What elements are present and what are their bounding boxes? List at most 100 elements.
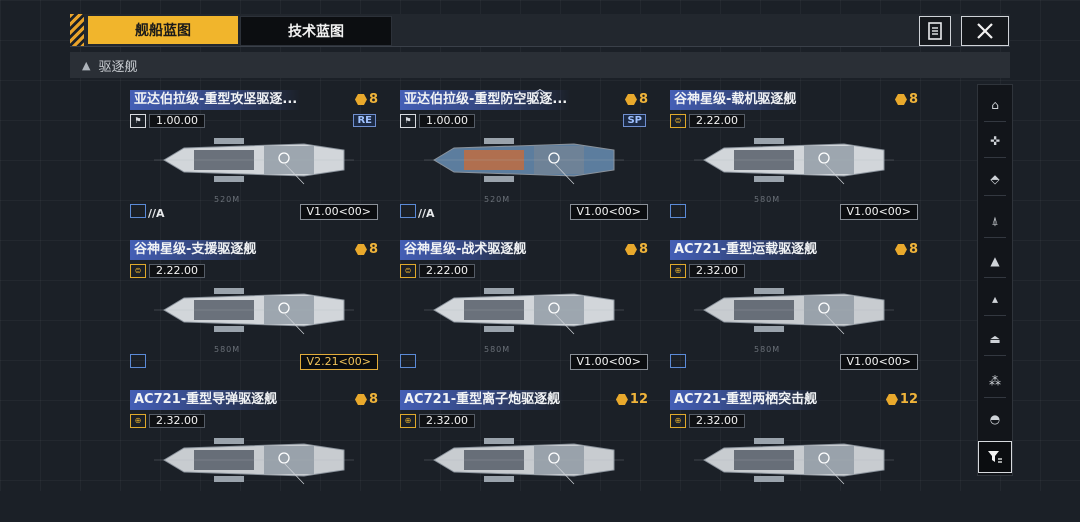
coin-icon <box>615 394 628 405</box>
coin-tech-icon: ⊜ <box>670 114 686 128</box>
blueprint-card[interactable]: AC721-重型运载驱逐舰 8 ⊕ 2.32.00 580M V1.00<00> <box>670 234 920 372</box>
ship-model-image <box>694 438 894 485</box>
card-tag: SP <box>623 114 646 127</box>
filter-panel: ⌂ ✜ ⬘ ⍋ ▲ ▴ ⏏ ⁂ ◓ <box>977 84 1013 476</box>
close-button[interactable] <box>961 16 1009 46</box>
card-title: 谷神星级-支援驱逐舰 <box>130 240 261 260</box>
filter-type-9-icon[interactable]: ◓ <box>978 407 1012 431</box>
filter-type-6-icon[interactable]: ▴ <box>978 287 1012 311</box>
cost-value: 8 <box>638 92 648 107</box>
cost-value: 8 <box>368 242 378 257</box>
cost-value: 8 <box>638 242 648 257</box>
card-title: 谷神星级-载机驱逐舰 <box>670 90 801 110</box>
ship-preview <box>154 428 354 492</box>
flag-icon: ⚑ <box>130 114 146 128</box>
divider <box>984 277 1006 278</box>
cost-value: 8 <box>368 392 378 407</box>
card-cost: 8 <box>354 92 378 107</box>
filter-type-5-icon[interactable]: ▲ <box>978 249 1012 273</box>
model-version: V1.00<00> <box>839 204 918 220</box>
coin-icon <box>354 394 367 405</box>
divider <box>984 157 1006 158</box>
document-button[interactable] <box>919 16 951 46</box>
card-version: ⊕ 2.32.00 <box>130 414 205 428</box>
blueprint-card[interactable]: AC721-重型两栖突击舰 12 ⊕ 2.32.00 <box>670 384 920 522</box>
triangle-icon: ▲ <box>82 58 91 72</box>
divider <box>984 195 1006 196</box>
dimension-label: 580M <box>484 345 511 354</box>
card-title: AC721-重型导弹驱逐舰 <box>130 390 282 410</box>
tab-ship-blueprint[interactable]: 舰船蓝图 <box>88 16 238 44</box>
category-header[interactable]: ▲ 驱逐舰 <box>70 52 1010 78</box>
category-label: 驱逐舰 <box>98 59 138 75</box>
blueprint-card[interactable]: 亚达伯拉级-重型攻坚驱逐... 8 ⚑ 1.00.00 RE 520M //A … <box>130 84 380 222</box>
version-number: 2.32.00 <box>689 264 745 278</box>
card-cost: 8 <box>894 92 918 107</box>
filter-type-2-icon[interactable]: ✜ <box>978 129 1012 153</box>
model-version: V1.00<00> <box>299 204 378 220</box>
model-version: V1.00<00> <box>569 204 648 220</box>
version-number: 2.22.00 <box>419 264 475 278</box>
grade-label: //A <box>148 207 165 220</box>
ship-preview <box>154 278 354 342</box>
divider <box>984 397 1006 398</box>
cost-value: 8 <box>908 92 918 107</box>
class-icon <box>670 204 686 218</box>
ship-preview <box>694 128 894 192</box>
dimension-label: 580M <box>214 345 241 354</box>
version-number: 2.22.00 <box>149 264 205 278</box>
card-title: 亚达伯拉级-重型防空驱逐... <box>400 90 572 110</box>
divider <box>984 237 1006 238</box>
ship-model-image <box>154 138 354 185</box>
filter-type-4-icon[interactable]: ⍋ <box>978 209 1012 233</box>
version-number: 1.00.00 <box>419 114 475 128</box>
class-icon <box>400 204 416 218</box>
model-version: V2.21<00> <box>299 354 378 370</box>
divider <box>984 355 1006 356</box>
card-title: AC721-重型两栖突击舰 <box>670 390 822 410</box>
cost-value: 8 <box>368 92 378 107</box>
close-icon <box>977 23 993 39</box>
globe-icon: ⊕ <box>670 264 686 278</box>
document-icon <box>928 22 942 40</box>
card-version: ⊜ 2.22.00 <box>130 264 205 278</box>
ship-model-image <box>424 138 624 185</box>
version-number: 1.00.00 <box>149 114 205 128</box>
dimension-label: 520M <box>484 195 511 204</box>
blueprint-card[interactable]: 谷神星级-支援驱逐舰 8 ⊜ 2.22.00 580M V2.21<00> <box>130 234 380 372</box>
blueprint-card[interactable]: AC721-重型导弹驱逐舰 8 ⊕ 2.32.00 <box>130 384 380 522</box>
cost-value: 12 <box>899 392 918 407</box>
version-number: 2.32.00 <box>689 414 745 428</box>
divider <box>984 315 1006 316</box>
ship-preview <box>694 278 894 342</box>
card-cost: 12 <box>885 392 918 407</box>
card-cost: 8 <box>354 392 378 407</box>
tab-tech-blueprint[interactable]: 技术蓝图 <box>240 16 392 46</box>
class-icon <box>670 354 686 368</box>
blueprint-card[interactable]: 谷神星级-载机驱逐舰 8 ⊜ 2.22.00 580M V1.00<00> <box>670 84 920 222</box>
blueprint-card[interactable]: 谷神星级-战术驱逐舰 8 ⊜ 2.22.00 580M V1.00<00> <box>400 234 650 372</box>
blueprint-card[interactable]: AC721-重型离子炮驱逐舰 12 ⊕ 2.32.00 <box>400 384 650 522</box>
card-title: 亚达伯拉级-重型攻坚驱逐... <box>130 90 302 110</box>
class-icon <box>130 354 146 368</box>
flag-icon: ⚑ <box>400 114 416 128</box>
divider <box>984 121 1006 122</box>
card-cost: 12 <box>615 392 648 407</box>
coin-icon <box>354 244 367 255</box>
ship-preview <box>424 128 624 192</box>
filter-type-1-icon[interactable]: ⌂ <box>978 93 1012 117</box>
cost-value: 8 <box>908 242 918 257</box>
ship-model-image <box>424 288 624 335</box>
filter-type-7-icon[interactable]: ⏏ <box>978 327 1012 351</box>
class-icon <box>400 354 416 368</box>
coin-icon <box>354 94 367 105</box>
coin-tech-icon: ⊜ <box>130 264 146 278</box>
ship-model-image <box>694 288 894 335</box>
blueprint-card[interactable]: 亚达伯拉级-重型防空驱逐... 8 ⚑ 1.00.00 SP 520M //A … <box>400 84 650 222</box>
filter-toggle-button[interactable] <box>978 441 1012 473</box>
card-title: AC721-重型运载驱逐舰 <box>670 240 822 260</box>
filter-type-8-icon[interactable]: ⁂ <box>978 369 1012 393</box>
filter-type-3-icon[interactable]: ⬘ <box>978 167 1012 191</box>
card-tag: RE <box>353 114 376 127</box>
card-version: ⊜ 2.22.00 <box>400 264 475 278</box>
